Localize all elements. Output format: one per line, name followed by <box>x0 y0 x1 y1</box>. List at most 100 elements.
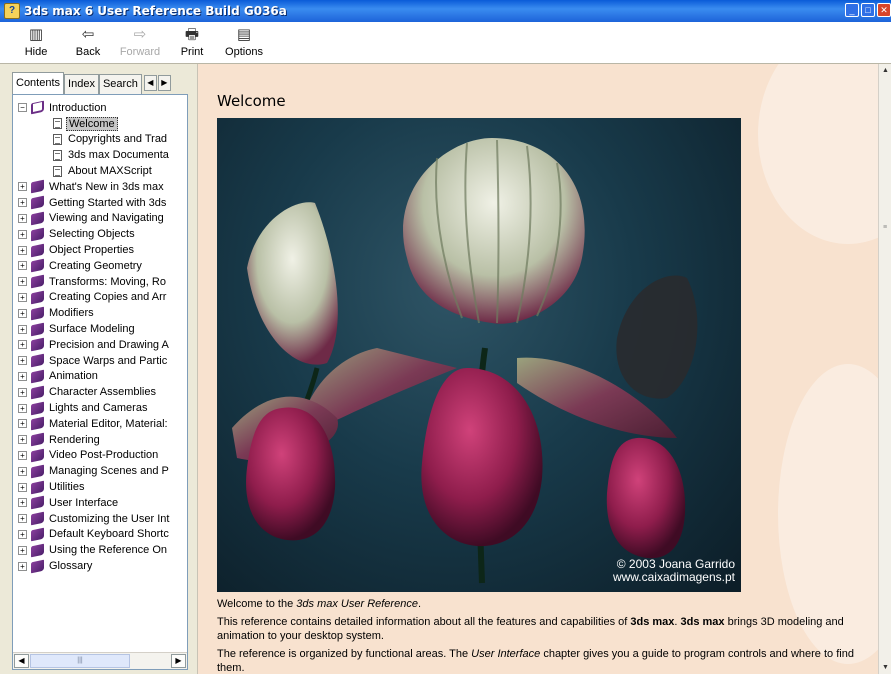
book-icon <box>31 527 44 542</box>
book-icon <box>31 274 44 289</box>
expand-icon[interactable]: + <box>18 198 27 208</box>
vertical-scrollbar[interactable]: ▲ ≡ ▼ <box>878 64 891 674</box>
tree-node-label: Material Editor, Material: <box>49 417 168 430</box>
text-run: The reference is organized by functional… <box>217 648 472 660</box>
expand-icon[interactable]: + <box>18 308 27 318</box>
expand-icon[interactable]: + <box>18 529 27 539</box>
scroll-thumb[interactable]: ||| <box>30 654 130 668</box>
expand-icon[interactable]: + <box>18 324 27 334</box>
tab-scroll-left-button[interactable]: ◀ <box>143 75 157 91</box>
tree-node-book[interactable]: + Space Warps and Partic <box>13 353 183 369</box>
expand-icon[interactable]: + <box>18 245 27 255</box>
tree-node-book[interactable]: + Precision and Drawing A <box>13 337 183 353</box>
expand-icon[interactable]: + <box>18 419 27 429</box>
scroll-up-button[interactable]: ▲ <box>879 64 891 77</box>
tree-node-documentation[interactable]: 3ds max Documenta <box>13 147 183 163</box>
book-icon <box>31 369 44 384</box>
tree-node-book[interactable]: + What's New in 3ds max <box>13 179 183 195</box>
tree-node-book[interactable]: + Customizing the User Int <box>13 511 183 527</box>
back-button[interactable]: ⇦ Back <box>62 22 114 58</box>
expand-icon[interactable]: + <box>18 387 27 397</box>
collapse-icon[interactable]: − <box>18 103 27 113</box>
book-icon <box>31 543 44 558</box>
tree-node-book[interactable]: + Character Assemblies <box>13 384 183 400</box>
tree-node-label: Video Post-Production <box>49 449 159 462</box>
background-decoration <box>758 64 878 244</box>
tree-node-maxscript[interactable]: About MAXScript <box>13 163 183 179</box>
expand-icon[interactable]: + <box>18 340 27 350</box>
back-label: Back <box>75 46 101 58</box>
expand-icon[interactable]: + <box>18 514 27 524</box>
forward-arrow-icon: ⇨ <box>133 26 147 43</box>
tab-scroll-right-button[interactable]: ▶ <box>157 75 171 91</box>
tab-index[interactable]: Index <box>64 74 99 94</box>
tree-node-book[interactable]: + Modifiers <box>13 305 183 321</box>
page-icon <box>53 133 62 145</box>
scroll-down-button[interactable]: ▼ <box>879 661 891 674</box>
expand-icon[interactable]: + <box>18 229 27 239</box>
scroll-thumb-grip[interactable]: ≡ <box>883 224 887 231</box>
expand-icon[interactable]: + <box>18 292 27 302</box>
tree-node-label: Modifiers <box>49 307 94 320</box>
tree-node-book[interactable]: + Using the Reference On <box>13 542 183 558</box>
tree-node-book[interactable]: + Animation <box>13 369 183 385</box>
book-icon <box>31 559 44 573</box>
expand-icon[interactable]: + <box>18 277 27 287</box>
tree-node-book[interactable]: + Lights and Cameras <box>13 400 183 416</box>
nav-tabs: Contents Index Search ◀ ▶ <box>12 72 171 94</box>
tree-node-label: Surface Modeling <box>49 323 135 336</box>
tree-node-book[interactable]: + Object Properties <box>13 242 183 258</box>
scroll-right-button[interactable]: ▶ <box>171 654 186 668</box>
tree-node-book[interactable]: + Video Post-Production <box>13 448 183 464</box>
tree-node-book[interactable]: + Getting Started with 3ds <box>13 195 183 211</box>
book-icon <box>31 448 44 463</box>
maximize-button[interactable]: □ <box>861 3 875 17</box>
expand-icon[interactable]: + <box>18 498 27 508</box>
expand-icon[interactable]: + <box>18 545 27 555</box>
expand-icon[interactable]: + <box>18 450 27 460</box>
tree-node-book[interactable]: + Surface Modeling <box>13 321 183 337</box>
tree-node-book[interactable]: + User Interface <box>13 495 183 511</box>
tree-node-book[interactable]: + Selecting Objects <box>13 226 183 242</box>
tree-node-book[interactable]: + Utilities <box>13 479 183 495</box>
content-pane: Welcome © 2003 Joana Garrido www.caixadi… <box>197 64 878 674</box>
expand-icon[interactable]: + <box>18 435 27 445</box>
close-button[interactable]: ✕ <box>877 3 891 17</box>
expand-icon[interactable]: + <box>18 466 27 476</box>
expand-icon[interactable]: + <box>18 213 27 223</box>
tree-node-label: Space Warps and Partic <box>49 354 168 367</box>
forward-button[interactable]: ⇨ Forward <box>114 22 166 58</box>
tree-node-label: Default Keyboard Shortc <box>49 528 169 541</box>
tree-node-book[interactable]: + Creating Geometry <box>13 258 183 274</box>
expand-icon[interactable]: + <box>18 482 27 492</box>
options-button[interactable]: ▤ Options <box>218 22 270 58</box>
horizontal-scrollbar[interactable]: ◀ ||| ▶ <box>13 652 187 669</box>
tree-node-book[interactable]: + Material Editor, Material: <box>13 416 183 432</box>
tab-search[interactable]: Search <box>98 74 142 94</box>
expand-icon[interactable]: + <box>18 403 27 413</box>
tree-node-book[interactable]: + Rendering <box>13 432 183 448</box>
minimize-button[interactable]: _ <box>845 3 859 17</box>
tree-node-book[interactable]: + Viewing and Navigating <box>13 211 183 227</box>
tree-node-book[interactable]: + Transforms: Moving, Ro <box>13 274 183 290</box>
expand-icon[interactable]: + <box>18 561 27 571</box>
expand-icon[interactable]: + <box>18 371 27 381</box>
expand-icon[interactable]: + <box>18 356 27 366</box>
tree-node-book[interactable]: + Default Keyboard Shortc <box>13 527 183 543</box>
tree-node-book[interactable]: + Creating Copies and Arr <box>13 290 183 306</box>
tree-node-book[interactable]: + Glossary <box>13 558 183 574</box>
scroll-left-button[interactable]: ◀ <box>14 654 29 668</box>
expand-icon[interactable]: + <box>18 182 27 192</box>
expand-icon[interactable]: + <box>18 261 27 271</box>
tree-node-introduction[interactable]: − Introduction <box>13 100 183 116</box>
text-emphasis: User Interface <box>471 648 541 660</box>
print-button[interactable]: 🖶 Print <box>166 22 218 58</box>
tree-node-label: Creating Geometry <box>49 259 142 272</box>
book-icon <box>31 306 44 321</box>
tree-node-welcome[interactable]: Welcome <box>13 116 183 132</box>
tree-node-book[interactable]: + Managing Scenes and P <box>13 463 183 479</box>
hide-button[interactable]: ▥ Hide <box>10 22 62 58</box>
title-bar: ? 3ds max 6 User Reference Build G036a _… <box>0 0 891 22</box>
tree-node-copyrights[interactable]: Copyrights and Trad <box>13 132 183 148</box>
tab-contents[interactable]: Contents <box>12 72 65 94</box>
